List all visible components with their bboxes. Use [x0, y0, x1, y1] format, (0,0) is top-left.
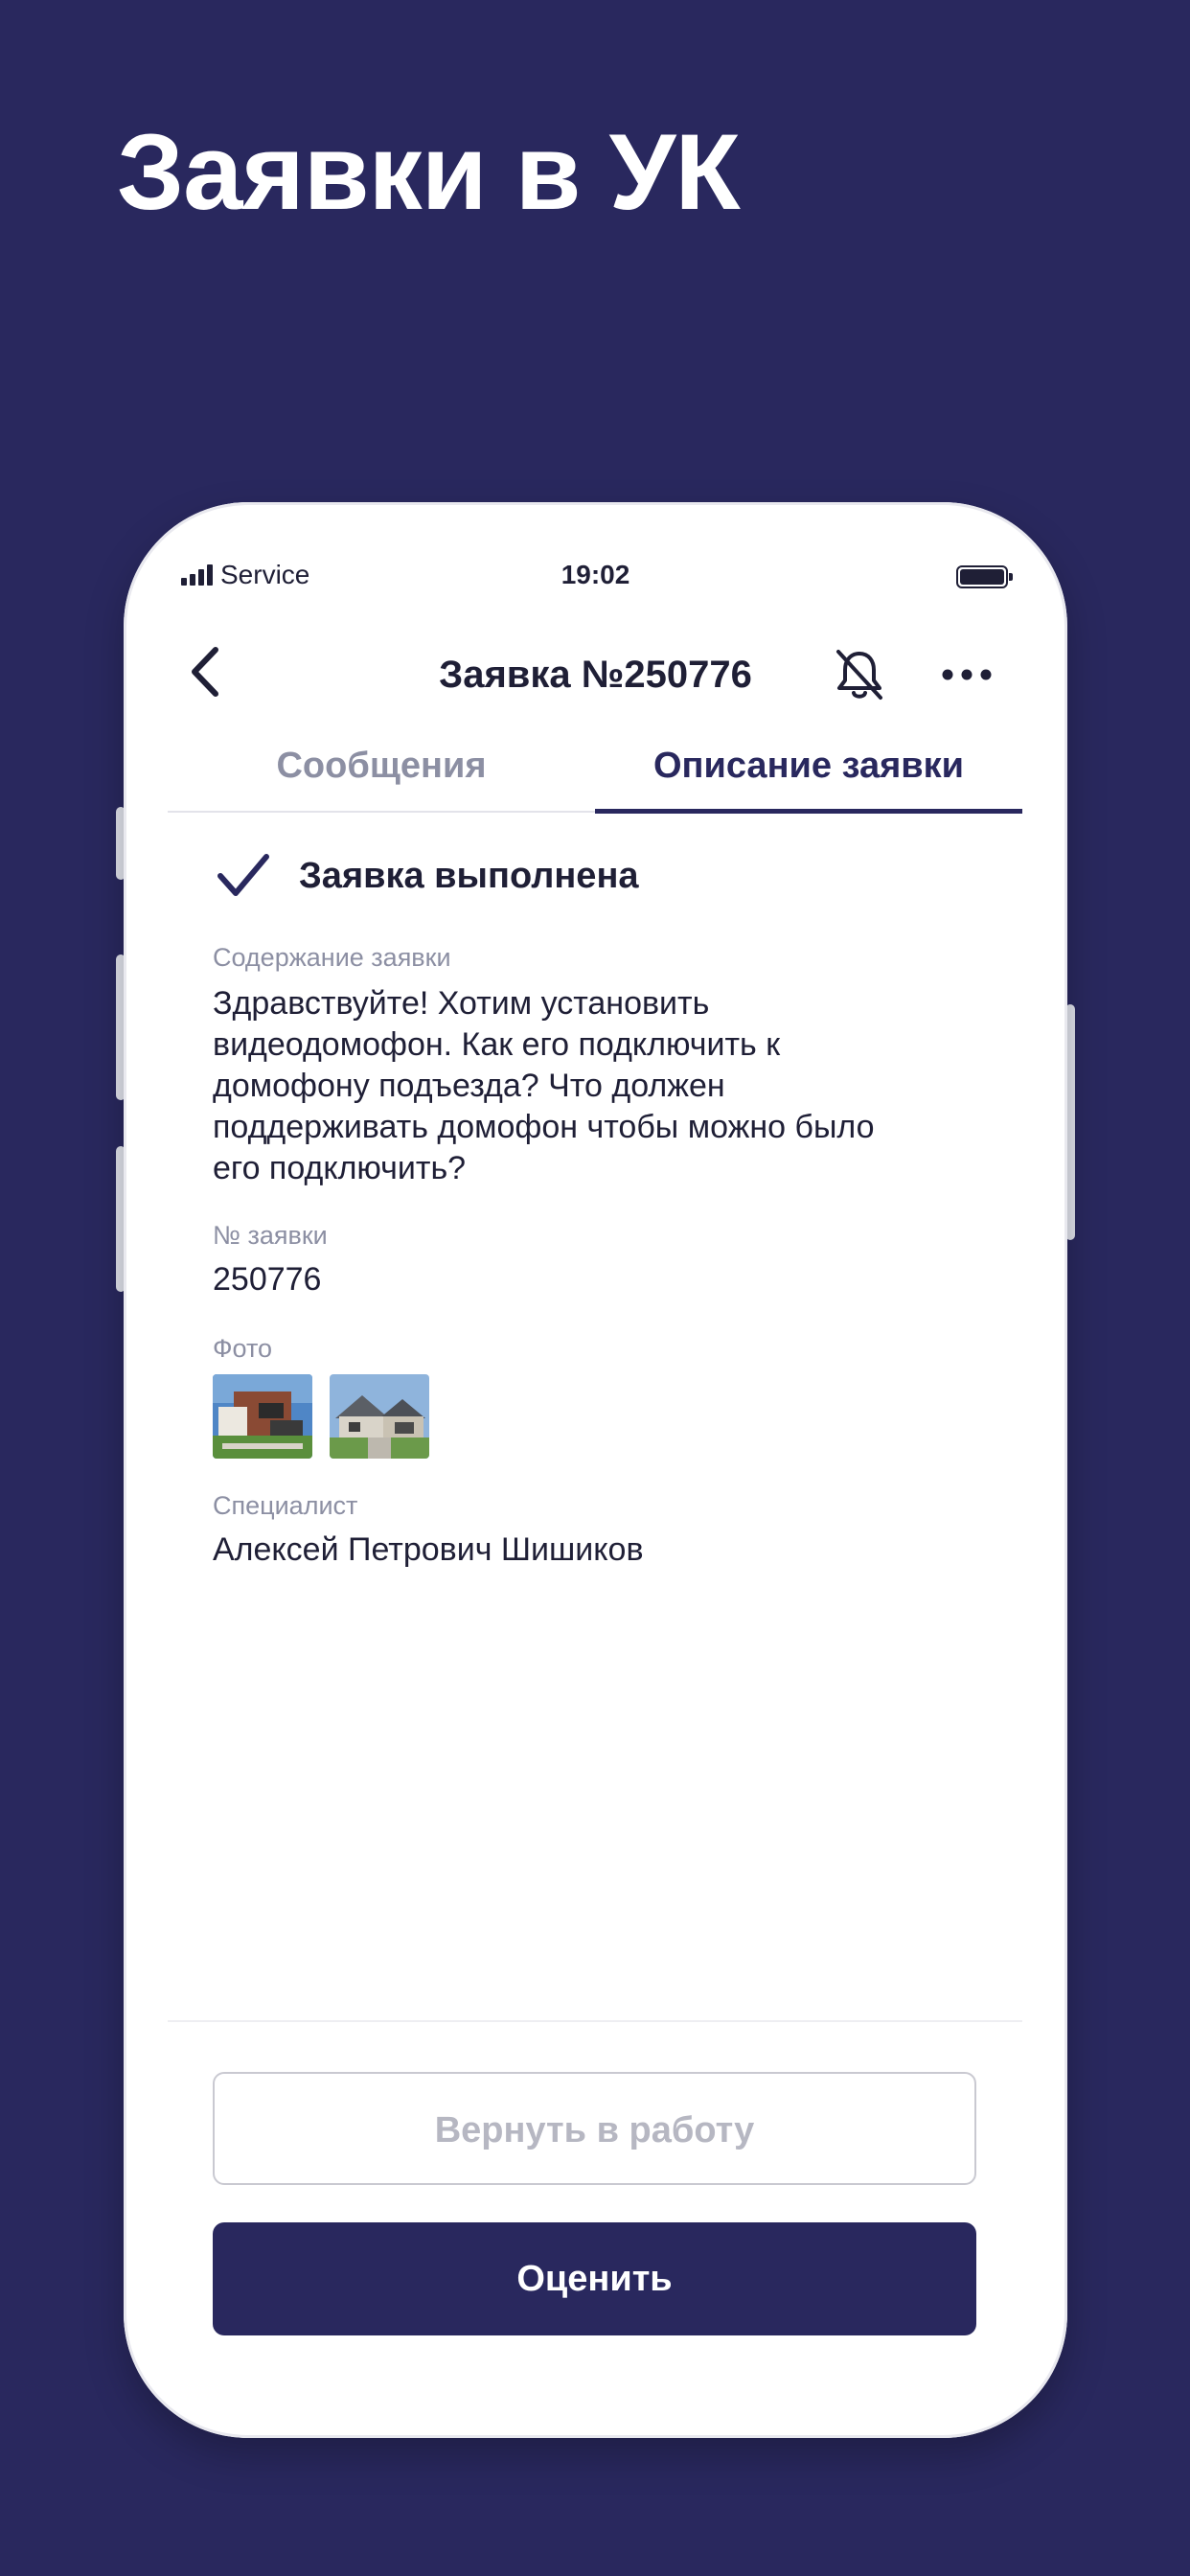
notifications-toggle-button[interactable]: [833, 646, 886, 703]
return-to-work-button[interactable]: Вернуть в работу: [213, 2072, 976, 2185]
rate-button[interactable]: Оценить: [213, 2222, 976, 2335]
checkmark-icon: [217, 854, 269, 896]
specialist-label: Специалист: [213, 1491, 358, 1520]
status-text: Заявка выполнена: [299, 855, 639, 896]
more-options-button[interactable]: [938, 656, 995, 694]
photo-thumbnail[interactable]: [330, 1374, 429, 1459]
specialist-value: Алексей Петрович Шишиков: [213, 1531, 644, 1568]
status-bar: Service 19:02: [124, 560, 1067, 598]
content-line: домофону подъезда? Что должен: [213, 1068, 725, 1104]
battery-icon: [956, 565, 1013, 588]
request-number-value: 250776: [213, 1261, 322, 1298]
content-line: Здравствуйте! Хотим установить: [213, 985, 710, 1022]
navigation-bar: Заявка №250776: [124, 617, 1067, 732]
content-line: поддерживать домофон чтобы можно было: [213, 1109, 875, 1145]
content-line: видеодомофон. Как его подключить к: [213, 1026, 781, 1063]
content-value: Здравствуйте! Хотим установить видеодомо…: [213, 983, 960, 1189]
phone-screen: Service 19:02 Заявка №250776 Сообщения О…: [124, 502, 1067, 2438]
photo-thumbnail[interactable]: [213, 1374, 312, 1459]
content-line: его подключить?: [213, 1150, 467, 1186]
bell-off-icon: [836, 650, 882, 700]
promo-headline: Заявки в УК: [117, 112, 741, 232]
request-status: Заявка выполнена: [213, 847, 979, 905]
content-label: Содержание заявки: [213, 943, 451, 972]
photo-list: [213, 1374, 429, 1459]
tab-request-description[interactable]: Описание заявки: [595, 732, 1022, 814]
footer-divider: [168, 2020, 1022, 2022]
status-time: 19:02: [561, 560, 630, 589]
tab-bar: Сообщения Описание заявки: [168, 732, 1022, 814]
request-details: Заявка выполнена Содержание заявки Здрав…: [213, 847, 979, 1568]
page-title: Заявка №250776: [439, 654, 752, 696]
tab-messages[interactable]: Сообщения: [168, 732, 595, 811]
photo-label: Фото: [213, 1334, 273, 1363]
request-number-label: № заявки: [213, 1221, 328, 1250]
more-horizontal-icon: [942, 669, 992, 680]
